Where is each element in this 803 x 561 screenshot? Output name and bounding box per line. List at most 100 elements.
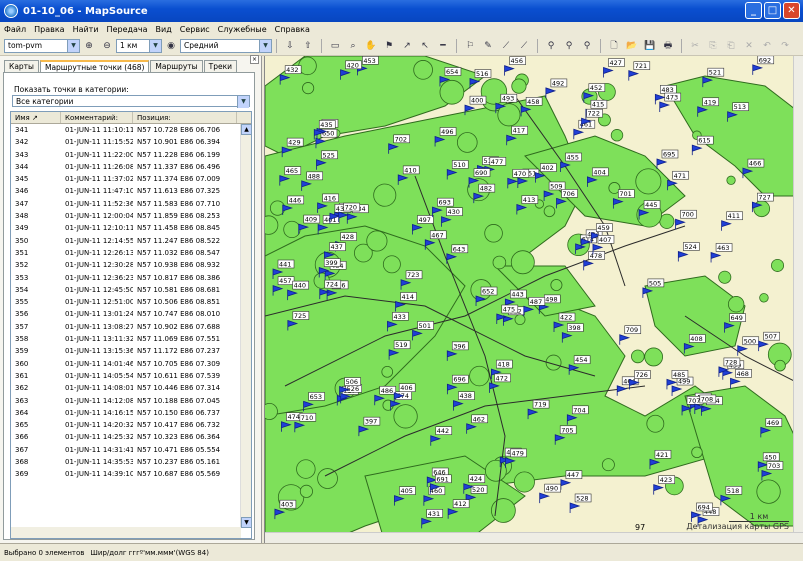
close-panel-icon[interactable]: × [250, 55, 259, 64]
table-row[interactable]: 344 01-JUN-11 11:26:08 N57 11.337 E86 06.4… [11, 161, 251, 173]
waypoint-label: 445 [645, 201, 657, 209]
table-row[interactable]: 366 01-JUN-11 14:25:32 N57 10.323 E86 06.3… [11, 431, 251, 443]
find-address-icon[interactable]: ⚲ [580, 39, 594, 53]
copy-icon[interactable]: ⎘ [706, 39, 720, 53]
table-row[interactable]: 353 01-JUN-11 12:36:23 N57 10.817 E86 08.3… [11, 272, 251, 284]
waypoint-label: 728 [725, 358, 737, 366]
track-join-icon[interactable]: ⟋ [517, 39, 531, 53]
minimize-button[interactable]: _ [745, 2, 762, 19]
table-row[interactable]: 348 01-JUN-11 12:00:04 N57 11.859 E86 08.2… [11, 210, 251, 222]
new-icon[interactable]: 🗋 [607, 39, 621, 53]
menu-help[interactable]: Справка [275, 25, 310, 34]
table-row[interactable]: 368 01-JUN-11 14:35:53 N57 10.237 E86 05.1… [11, 456, 251, 468]
table-row[interactable]: 341 01-JUN-11 11:10:11 N57 10.728 E86 06.7… [11, 124, 251, 136]
scroll-up-icon[interactable]: ▲ [241, 124, 251, 135]
waypoint-flag-icon [653, 484, 664, 495]
select-arrow-icon[interactable]: ↖ [418, 39, 432, 53]
table-row[interactable]: 352 01-JUN-11 12:30:28 N57 10.938 E86 08.9… [11, 259, 251, 271]
menu-file[interactable]: Файл [4, 25, 26, 34]
route-icon[interactable]: ↗ [400, 39, 414, 53]
table-row[interactable]: 346 01-JUN-11 11:47:10 N57 11.613 E86 07.3… [11, 185, 251, 197]
delete-icon[interactable]: ✕ [742, 39, 756, 53]
zoom-tool-icon[interactable]: ⌕ [346, 39, 360, 53]
redo-icon[interactable]: ↷ [778, 39, 792, 53]
globe-icon[interactable]: ◉ [164, 39, 178, 53]
forest-patch [491, 498, 516, 523]
waypoint-icon[interactable]: ⚑ [382, 39, 396, 53]
table-row[interactable]: 354 01-JUN-11 12:45:50 N57 10.581 E86 08.6… [11, 284, 251, 296]
scroll-down-icon[interactable]: ▼ [241, 517, 251, 528]
zoom-level-select[interactable]: 1 км ▼ [116, 38, 162, 53]
print-icon[interactable]: 🖶 [661, 39, 675, 53]
table-row[interactable]: 357 01-JUN-11 13:08:27 N57 10.902 E86 07.6… [11, 321, 251, 333]
device-receive-icon[interactable]: ⇩ [283, 39, 297, 53]
menu-service[interactable]: Сервис [180, 25, 210, 34]
waypoint-label: 705 [561, 426, 573, 434]
table-row[interactable]: 367 01-JUN-11 14:31:41 N57 10.471 E86 05.5… [11, 444, 251, 456]
cell-comment: 01-JUN-11 11:52:36 [65, 199, 133, 208]
detail-select[interactable]: Средний ▼ [180, 38, 272, 53]
table-row[interactable]: 343 01-JUN-11 11:22:00 N57 11.228 E86 06.1… [11, 149, 251, 161]
zoom-in-icon[interactable]: ⊕ [82, 39, 96, 53]
paste-icon[interactable]: ⎗ [724, 39, 738, 53]
menu-transfer[interactable]: Передача [107, 25, 148, 34]
measure-icon[interactable]: ━ [436, 39, 450, 53]
table-row[interactable]: 356 01-JUN-11 13:01:24 N57 10.747 E86 08.0… [11, 308, 251, 320]
waypoint-label: 433 [393, 313, 405, 321]
cell-position: N57 10.687 E86 05.569 [137, 470, 221, 479]
list-hscrollbar[interactable] [11, 527, 241, 538]
find-icon[interactable]: ⚲ [544, 39, 558, 53]
table-row[interactable]: 360 01-JUN-11 14:01:46 N57 10.705 E86 07.3… [11, 358, 251, 370]
find-nearest-icon[interactable]: ⚲ [562, 39, 576, 53]
map-hscrollbar[interactable] [265, 532, 803, 543]
category-select[interactable]: Все категории ▼ [12, 95, 250, 108]
menu-find[interactable]: Найти [73, 25, 99, 34]
table-row[interactable]: 351 01-JUN-11 12:26:13 N57 11.032 E86 08.5… [11, 247, 251, 259]
table-row[interactable]: 362 01-JUN-11 14:08:01 N57 10.446 E86 07.3… [11, 382, 251, 394]
table-row[interactable]: 355 01-JUN-11 12:51:00 N57 10.506 E86 08.8… [11, 296, 251, 308]
device-send-icon[interactable]: ⇧ [301, 39, 315, 53]
waypoint-label: 400 [471, 97, 483, 105]
table-row[interactable]: 349 01-JUN-11 12:10:11 N57 11.458 E86 08.8… [11, 222, 251, 234]
waypoint-label: 413 [523, 196, 535, 204]
table-row[interactable]: 363 01-JUN-11 14:12:08 N57 10.188 E86 07.0… [11, 395, 251, 407]
close-button[interactable]: ✕ [783, 2, 800, 19]
cell-position: N57 10.446 E86 07.314 [137, 384, 221, 393]
table-row[interactable]: 347 01-JUN-11 11:52:36 N57 11.583 E86 07.7… [11, 198, 251, 210]
track-edit-icon[interactable]: ✎ [481, 39, 495, 53]
map-product-select[interactable]: tom-pvm ▼ [4, 38, 80, 53]
table-row[interactable]: 358 01-JUN-11 13:11:32 N57 11.069 E86 07.5… [11, 333, 251, 345]
track-icon[interactable]: ⚐ [463, 39, 477, 53]
column-position[interactable]: Позиция: [133, 112, 237, 123]
open-icon[interactable]: 📂 [625, 39, 639, 53]
waypoint-label: 438 [459, 392, 471, 400]
column-comment[interactable]: Комментарий: [61, 112, 133, 123]
pan-hand-icon[interactable]: ✋ [364, 39, 378, 53]
table-row[interactable]: 364 01-JUN-11 14:16:15 N57 10.150 E86 06.7… [11, 407, 251, 419]
map-tool-icon[interactable]: ▭ [328, 39, 342, 53]
table-row[interactable]: 345 01-JUN-11 11:37:02 N57 11.374 E86 07.0… [11, 173, 251, 185]
data-panel: Карты Маршрутные точки (468) Маршруты Тр… [0, 55, 262, 543]
menu-edit[interactable]: Правка [34, 25, 64, 34]
undo-icon[interactable]: ↶ [760, 39, 774, 53]
column-name[interactable]: Имя ↗ [11, 112, 61, 123]
zoom-out-icon[interactable]: ⊖ [100, 39, 114, 53]
menu-view[interactable]: Вид [156, 25, 172, 34]
map-vscrollbar[interactable] [793, 56, 803, 532]
title-bar: 01-10_06 - MapSource _ □ ✕ [0, 0, 803, 22]
map-canvas[interactable]: 6746466146156436496506516526546535125135… [265, 56, 803, 543]
waypoint-label: 406 [400, 384, 412, 392]
list-scrollbar[interactable]: ▲ ▼ [240, 124, 251, 528]
table-row[interactable]: 350 01-JUN-11 12:14:55 N57 11.247 E86 08.5… [11, 235, 251, 247]
track-split-icon[interactable]: ⟋ [499, 39, 513, 53]
table-row[interactable]: 365 01-JUN-11 14:20:32 N57 10.417 E86 06.7… [11, 419, 251, 431]
map-view[interactable]: 6746466146156436496506516526546535125135… [264, 56, 803, 543]
table-row[interactable]: 359 01-JUN-11 13:15:36 N57 11.172 E86 07.2… [11, 345, 251, 357]
cut-icon[interactable]: ✂ [688, 39, 702, 53]
table-row[interactable]: 369 01-JUN-11 14:39:10 N57 10.687 E86 05.5… [11, 468, 251, 480]
table-row[interactable]: 361 01-JUN-11 14:05:54 N57 10.611 E86 07.5… [11, 370, 251, 382]
maximize-button[interactable]: □ [764, 2, 781, 19]
table-row[interactable]: 342 01-JUN-11 11:15:52 N57 10.901 E86 06.3… [11, 136, 251, 148]
menu-utilities[interactable]: Служебные [218, 25, 267, 34]
save-icon[interactable]: 💾 [643, 39, 657, 53]
